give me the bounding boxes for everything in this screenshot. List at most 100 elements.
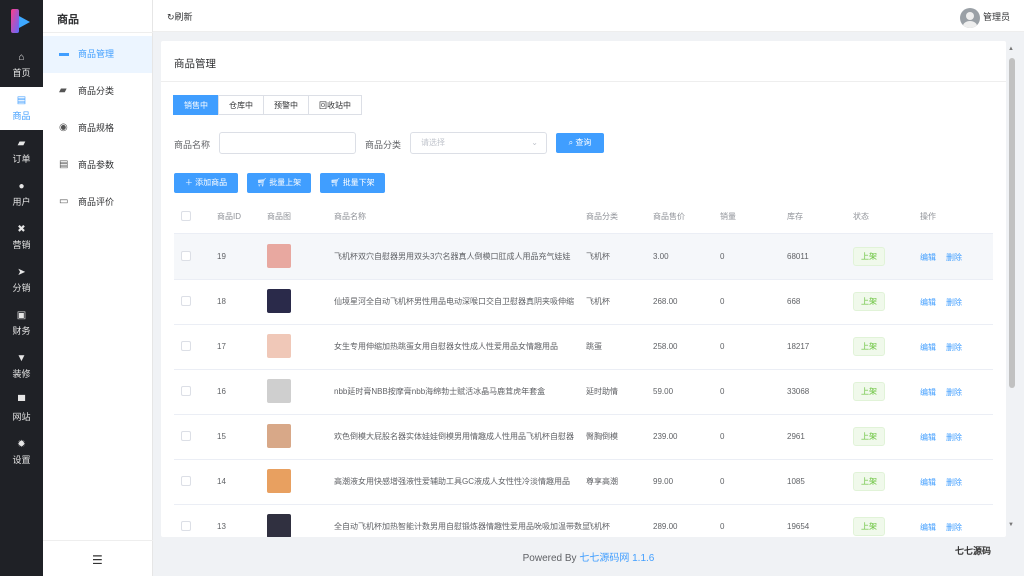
decoration-icon: ▼ [16, 353, 27, 364]
header-goods-price: 商品售价 [653, 212, 685, 221]
goods-thumbnail [267, 424, 291, 448]
plus-icon: ＋ [184, 178, 193, 187]
sub-item-label: 商品参数 [78, 160, 115, 170]
sub-item-goods-review[interactable]: ▭ 商品评价 [43, 184, 152, 221]
row-checkbox[interactable] [181, 251, 191, 261]
row-checkbox[interactable] [181, 476, 191, 486]
goods-thumbnail [267, 334, 291, 358]
scrollbar-thumb[interactable] [1009, 58, 1015, 388]
edit-button[interactable]: 编辑 [920, 342, 936, 353]
page-title: 商品管理 [174, 58, 216, 70]
delete-button[interactable]: 删除 [946, 252, 962, 263]
batch-on-shelf-button[interactable]: 🛒︎ 批量上架 [247, 173, 311, 193]
delete-button[interactable]: 删除 [946, 342, 962, 353]
cell-name: 高潮液女用快感增强液性爱辅助工具GC液成人女性性冷淡情趣用品 [334, 477, 570, 486]
table-row: 17 女生专用伸缩加热跳蛋女用自慰器女性成人性爱用品女情趣用品 跳蛋 258.00 0 1… [174, 324, 993, 369]
tab-recycle-bin[interactable]: 回收站中 [308, 95, 362, 115]
delete-button[interactable]: 删除 [946, 297, 962, 308]
sub-item-goods-spec[interactable]: ◉ 商品规格 [43, 110, 152, 147]
status-badge[interactable]: 上架 [853, 292, 885, 311]
status-badge[interactable]: 上架 [853, 472, 885, 491]
rail-item-label: 商品 [12, 111, 31, 121]
cell-category: 飞机杯 [586, 252, 610, 261]
edit-button[interactable]: 编辑 [920, 522, 936, 533]
goods-name-input[interactable] [219, 132, 356, 154]
rail-item-2[interactable]: ▰ 订单 [0, 130, 43, 173]
row-checkbox[interactable] [181, 296, 191, 306]
batch-off-shelf-button[interactable]: 🛒︎ 批量下架 [320, 173, 385, 193]
status-badge[interactable]: 上架 [853, 517, 885, 536]
cell-stock: 668 [787, 297, 801, 306]
status-badge[interactable]: 上架 [853, 247, 885, 266]
header-stock: 库存 [787, 212, 803, 221]
delete-button[interactable]: 删除 [946, 522, 962, 533]
scroll-down-icon[interactable]: ▼ [1008, 522, 1014, 528]
tab-in-warehouse[interactable]: 仓库中 [218, 95, 264, 115]
rail-item-8[interactable]: ▀ 网站 [0, 388, 43, 431]
rail-item-6[interactable]: ▣ 财务 [0, 302, 43, 345]
finance-icon: ▣ [16, 310, 27, 321]
home-icon: ⌂ [18, 52, 25, 63]
rail-item-7[interactable]: ▼ 装修 [0, 345, 43, 388]
status-badge[interactable]: 上架 [853, 382, 885, 401]
user-icon: ● [18, 181, 25, 192]
scroll-up-icon[interactable]: ▲ [1008, 46, 1014, 52]
search-button[interactable]: ⌕ 查询 [556, 133, 604, 153]
search-label: 查询 [575, 138, 592, 147]
row-checkbox[interactable] [181, 341, 191, 351]
tab-warning[interactable]: 预警中 [263, 95, 309, 115]
cell-category: 飞机杯 [586, 522, 610, 531]
cell-sales: 0 [720, 432, 725, 441]
select-all-checkbox[interactable] [181, 211, 191, 221]
goods-thumbnail [267, 379, 291, 403]
table-row: 14 高潮液女用快感增强液性爱辅助工具GC液成人女性性冷淡情趣用品 尊享高潮 99.0… [174, 459, 993, 504]
goods-category-select[interactable]: 请选择 ⌄ [410, 132, 547, 154]
refresh-icon: ↻ [167, 12, 175, 22]
edit-button[interactable]: 编辑 [920, 252, 936, 263]
edit-button[interactable]: 编辑 [920, 297, 936, 308]
cell-price: 3.00 [653, 252, 669, 261]
cell-price: 59.00 [653, 387, 674, 396]
add-goods-label: 添加商品 [195, 178, 228, 187]
row-checkbox[interactable] [181, 521, 191, 531]
tab-on-sale[interactable]: 销售中 [173, 95, 219, 115]
spec-icon: ◉ [59, 122, 68, 133]
rail-item-5[interactable]: ➤ 分销 [0, 259, 43, 302]
rail-item-label: 设置 [12, 455, 31, 465]
rail-item-0[interactable]: ⌂ 首页 [0, 44, 43, 87]
cell-sales: 0 [720, 297, 725, 306]
status-badge[interactable]: 上架 [853, 427, 885, 446]
collapse-menu-icon[interactable]: ☰ [92, 553, 103, 567]
rail-item-3[interactable]: ● 用户 [0, 173, 43, 216]
sub-item-goods-category[interactable]: ▰ 商品分类 [43, 73, 152, 110]
distribution-icon: ➤ [17, 267, 26, 278]
cell-stock: 19654 [787, 522, 810, 531]
footer-brand-link[interactable]: 七七源码网 1.1.6 [579, 553, 654, 564]
row-checkbox[interactable] [181, 431, 191, 441]
edit-button[interactable]: 编辑 [920, 387, 936, 398]
row-checkbox[interactable] [181, 386, 191, 396]
sub-item-goods-params[interactable]: ▤ 商品参数 [43, 147, 152, 184]
add-goods-button[interactable]: ＋ 添加商品 [174, 173, 238, 193]
scrollbar[interactable]: ▲ ▼ [1008, 46, 1016, 530]
status-badge[interactable]: 上架 [853, 337, 885, 356]
rail-item-4[interactable]: ✖ 营销 [0, 216, 43, 259]
header-goods-id: 商品ID [217, 212, 241, 221]
edit-button[interactable]: 编辑 [920, 432, 936, 443]
delete-button[interactable]: 删除 [946, 477, 962, 488]
cell-category: 臀胸倒模 [586, 432, 618, 441]
category-icon: ▰ [59, 85, 67, 96]
sub-item-goods-manage[interactable]: ▬ 商品管理 [43, 36, 152, 73]
rail-item-9[interactable]: ✹ 设置 [0, 431, 43, 474]
delete-button[interactable]: 删除 [946, 432, 962, 443]
rail-item-1[interactable]: ▤ 商品 [0, 87, 43, 130]
user-menu[interactable]: 管理员 [959, 7, 1010, 28]
refresh-button[interactable]: ↻刷新 [167, 10, 193, 23]
header-actions: 操作 [920, 212, 936, 221]
rail-item-label: 装修 [12, 369, 31, 379]
edit-button[interactable]: 编辑 [920, 477, 936, 488]
cell-stock: 1085 [787, 477, 805, 486]
main-nav-rail: ⌂ 首页 ▤ 商品 ▰ 订单 ● 用户 ✖ 营销 ➤ 分销 ▣ 财务 ▼ 装修 ▀ 网站 ✹ 设置 [0, 0, 43, 576]
goods-thumbnail [267, 469, 291, 493]
delete-button[interactable]: 删除 [946, 387, 962, 398]
